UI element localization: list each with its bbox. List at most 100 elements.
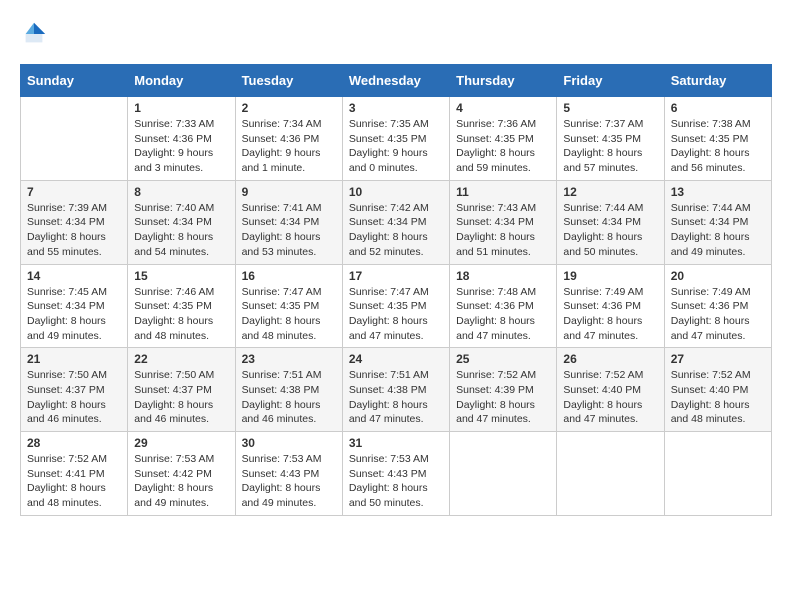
day-number: 21 — [27, 352, 121, 366]
day-number: 4 — [456, 101, 550, 115]
calendar-cell: 6Sunrise: 7:38 AM Sunset: 4:35 PM Daylig… — [664, 97, 771, 181]
day-info: Sunrise: 7:44 AM Sunset: 4:34 PM Dayligh… — [563, 201, 657, 260]
day-number: 13 — [671, 185, 765, 199]
day-number: 5 — [563, 101, 657, 115]
calendar-cell: 12 Sunrise: 7:44 AM Sunset: 4:34 PM Dayli… — [557, 180, 664, 264]
day-info: Sunrise: 7:33 AM Sunset: 4:36 PM Dayligh… — [134, 117, 228, 176]
day-info: Sunrise: 7:47 AM Sunset: 4:35 PM Dayligh… — [242, 285, 336, 344]
weekday-header-sunday: Sunday — [21, 65, 128, 97]
calendar-cell: 13Sunrise: 7:44 AM Sunset: 4:34 PM Dayli… — [664, 180, 771, 264]
day-info: Sunrise: 7:37 AM Sunset: 4:35 PM Dayligh… — [563, 117, 657, 176]
day-info: Sunrise: 7:52 AM Sunset: 4:40 PM Dayligh… — [671, 368, 765, 427]
day-number: 27 — [671, 352, 765, 366]
day-number: 18 — [456, 269, 550, 283]
day-info: Sunrise: 7:52 AM Sunset: 4:40 PM Dayligh… — [563, 368, 657, 427]
weekday-header-tuesday: Tuesday — [235, 65, 342, 97]
page-header — [20, 20, 772, 48]
day-number: 25 — [456, 352, 550, 366]
calendar-week-row: 21 Sunrise: 7:50 AM Sunset: 4:37 PM Dayli… — [21, 348, 772, 432]
day-info: Sunrise: 7:53 AM Sunset: 4:43 PM Dayligh… — [349, 452, 443, 511]
calendar-cell: 21 Sunrise: 7:50 AM Sunset: 4:37 PM Dayli… — [21, 348, 128, 432]
day-info: Sunrise: 7:45 AM Sunset: 4:34 PM Dayligh… — [27, 285, 121, 344]
day-info: Sunrise: 7:36 AM Sunset: 4:35 PM Dayligh… — [456, 117, 550, 176]
day-number: 12 — [563, 185, 657, 199]
calendar-cell — [450, 432, 557, 516]
day-number: 26 — [563, 352, 657, 366]
day-number: 28 — [27, 436, 121, 450]
calendar-cell: 29 Sunrise: 7:53 AM Sunset: 4:42 PM Dayli… — [128, 432, 235, 516]
day-number: 3 — [349, 101, 443, 115]
weekday-header-monday: Monday — [128, 65, 235, 97]
day-number: 31 — [349, 436, 443, 450]
calendar-cell: 10 Sunrise: 7:42 AM Sunset: 4:34 PM Dayli… — [342, 180, 449, 264]
calendar-cell: 31 Sunrise: 7:53 AM Sunset: 4:43 PM Dayli… — [342, 432, 449, 516]
calendar-table: SundayMondayTuesdayWednesdayThursdayFrid… — [20, 64, 772, 516]
day-info: Sunrise: 7:35 AM Sunset: 4:35 PM Dayligh… — [349, 117, 443, 176]
day-number: 9 — [242, 185, 336, 199]
day-info: Sunrise: 7:53 AM Sunset: 4:43 PM Dayligh… — [242, 452, 336, 511]
calendar-cell: 11Sunrise: 7:43 AM Sunset: 4:34 PM Dayli… — [450, 180, 557, 264]
calendar-cell: 1Sunrise: 7:33 AM Sunset: 4:36 PM Daylig… — [128, 97, 235, 181]
day-number: 10 — [349, 185, 443, 199]
calendar-cell: 5 Sunrise: 7:37 AM Sunset: 4:35 PM Daylig… — [557, 97, 664, 181]
calendar-cell: 3 Sunrise: 7:35 AM Sunset: 4:35 PM Daylig… — [342, 97, 449, 181]
day-info: Sunrise: 7:52 AM Sunset: 4:41 PM Dayligh… — [27, 452, 121, 511]
day-info: Sunrise: 7:49 AM Sunset: 4:36 PM Dayligh… — [671, 285, 765, 344]
day-number: 2 — [242, 101, 336, 115]
day-info: Sunrise: 7:51 AM Sunset: 4:38 PM Dayligh… — [242, 368, 336, 427]
calendar-week-row: 7 Sunrise: 7:39 AM Sunset: 4:34 PM Daylig… — [21, 180, 772, 264]
day-info: Sunrise: 7:50 AM Sunset: 4:37 PM Dayligh… — [27, 368, 121, 427]
day-number: 20 — [671, 269, 765, 283]
day-number: 7 — [27, 185, 121, 199]
logo-icon — [20, 20, 48, 48]
calendar-cell: 30 Sunrise: 7:53 AM Sunset: 4:43 PM Dayli… — [235, 432, 342, 516]
day-info: Sunrise: 7:52 AM Sunset: 4:39 PM Dayligh… — [456, 368, 550, 427]
day-info: Sunrise: 7:53 AM Sunset: 4:42 PM Dayligh… — [134, 452, 228, 511]
day-info: Sunrise: 7:48 AM Sunset: 4:36 PM Dayligh… — [456, 285, 550, 344]
calendar-cell: 17 Sunrise: 7:47 AM Sunset: 4:35 PM Dayli… — [342, 264, 449, 348]
calendar-cell — [664, 432, 771, 516]
calendar-cell: 8Sunrise: 7:40 AM Sunset: 4:34 PM Daylig… — [128, 180, 235, 264]
calendar-cell: 20 Sunrise: 7:49 AM Sunset: 4:36 PM Dayli… — [664, 264, 771, 348]
calendar-cell: 26 Sunrise: 7:52 AM Sunset: 4:40 PM Dayli… — [557, 348, 664, 432]
calendar-cell: 9 Sunrise: 7:41 AM Sunset: 4:34 PM Daylig… — [235, 180, 342, 264]
calendar-cell: 15 Sunrise: 7:46 AM Sunset: 4:35 PM Dayli… — [128, 264, 235, 348]
day-number: 30 — [242, 436, 336, 450]
day-number: 19 — [563, 269, 657, 283]
day-info: Sunrise: 7:49 AM Sunset: 4:36 PM Dayligh… — [563, 285, 657, 344]
day-info: Sunrise: 7:42 AM Sunset: 4:34 PM Dayligh… — [349, 201, 443, 260]
weekday-header-saturday: Saturday — [664, 65, 771, 97]
day-info: Sunrise: 7:38 AM Sunset: 4:35 PM Dayligh… — [671, 117, 765, 176]
calendar-cell — [21, 97, 128, 181]
day-info: Sunrise: 7:34 AM Sunset: 4:36 PM Dayligh… — [242, 117, 336, 176]
day-number: 29 — [134, 436, 228, 450]
day-number: 15 — [134, 269, 228, 283]
calendar-cell: 28 Sunrise: 7:52 AM Sunset: 4:41 PM Dayli… — [21, 432, 128, 516]
day-number: 11 — [456, 185, 550, 199]
calendar-cell: 14 Sunrise: 7:45 AM Sunset: 4:34 PM Dayli… — [21, 264, 128, 348]
calendar-cell: 27 Sunrise: 7:52 AM Sunset: 4:40 PM Dayli… — [664, 348, 771, 432]
day-number: 17 — [349, 269, 443, 283]
day-info: Sunrise: 7:41 AM Sunset: 4:34 PM Dayligh… — [242, 201, 336, 260]
calendar-week-row: 1Sunrise: 7:33 AM Sunset: 4:36 PM Daylig… — [21, 97, 772, 181]
calendar-cell: 22 Sunrise: 7:50 AM Sunset: 4:37 PM Dayli… — [128, 348, 235, 432]
day-info: Sunrise: 7:47 AM Sunset: 4:35 PM Dayligh… — [349, 285, 443, 344]
day-number: 8 — [134, 185, 228, 199]
weekday-header-friday: Friday — [557, 65, 664, 97]
day-number: 22 — [134, 352, 228, 366]
calendar-cell: 24Sunrise: 7:51 AM Sunset: 4:38 PM Dayli… — [342, 348, 449, 432]
logo — [20, 20, 52, 48]
day-info: Sunrise: 7:50 AM Sunset: 4:37 PM Dayligh… — [134, 368, 228, 427]
day-number: 24 — [349, 352, 443, 366]
weekday-header-wednesday: Wednesday — [342, 65, 449, 97]
calendar-week-row: 28 Sunrise: 7:52 AM Sunset: 4:41 PM Dayli… — [21, 432, 772, 516]
calendar-header-row: SundayMondayTuesdayWednesdayThursdayFrid… — [21, 65, 772, 97]
calendar-cell: 16 Sunrise: 7:47 AM Sunset: 4:35 PM Dayli… — [235, 264, 342, 348]
day-number: 14 — [27, 269, 121, 283]
day-info: Sunrise: 7:39 AM Sunset: 4:34 PM Dayligh… — [27, 201, 121, 260]
calendar-cell: 2 Sunrise: 7:34 AM Sunset: 4:36 PM Daylig… — [235, 97, 342, 181]
calendar-cell: 23Sunrise: 7:51 AM Sunset: 4:38 PM Dayli… — [235, 348, 342, 432]
calendar-cell: 7 Sunrise: 7:39 AM Sunset: 4:34 PM Daylig… — [21, 180, 128, 264]
day-number: 16 — [242, 269, 336, 283]
day-info: Sunrise: 7:46 AM Sunset: 4:35 PM Dayligh… — [134, 285, 228, 344]
